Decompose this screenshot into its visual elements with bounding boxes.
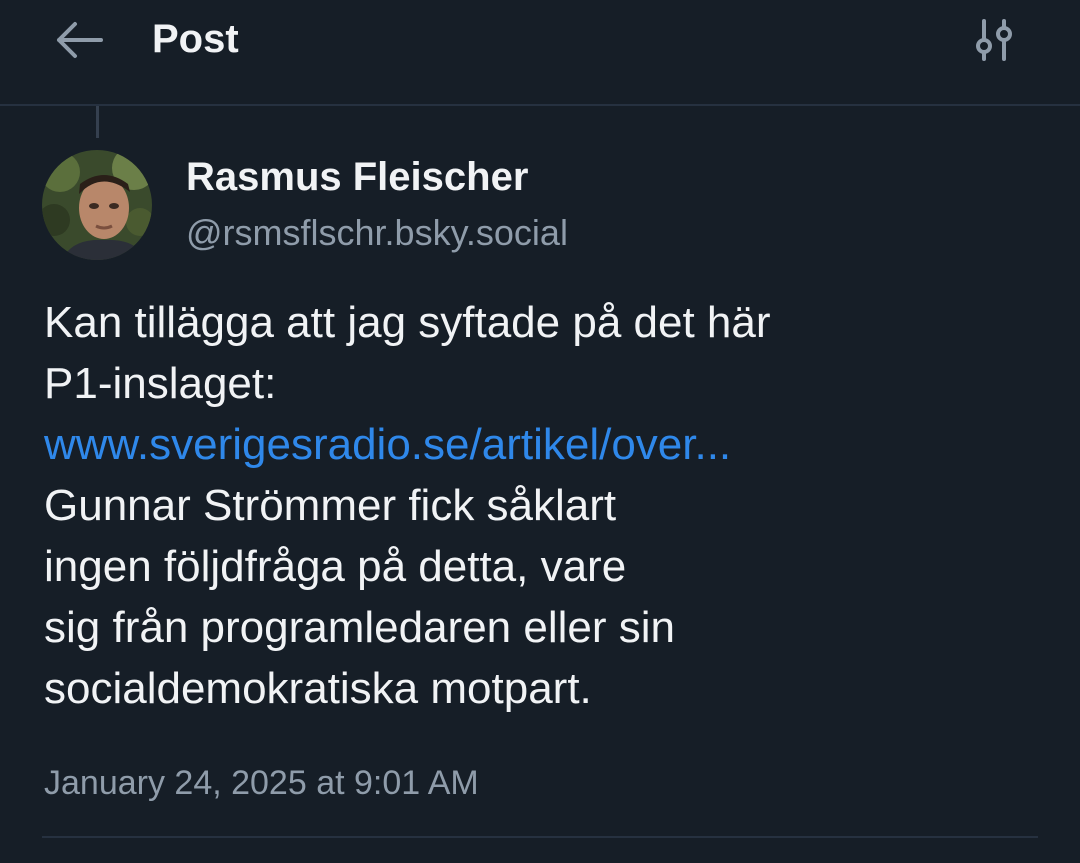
- sliders-icon: [976, 19, 1012, 61]
- post-screen: Post Rasmus Fleischer @rsmsflschr.bsky.s…: [0, 0, 1080, 863]
- avatar-photo: [42, 150, 152, 260]
- post-link[interactable]: www.sverigesradio.se/artikel/over...: [44, 420, 731, 469]
- back-button[interactable]: [44, 14, 114, 66]
- avatar[interactable]: [42, 150, 152, 260]
- post-text-line: ingen följdfråga på detta, vare: [44, 542, 627, 591]
- post-text-line: P1-inslaget:: [44, 359, 277, 408]
- top-bar: Post: [0, 0, 1080, 106]
- author-handle[interactable]: @rsmsflschr.bsky.social: [186, 208, 568, 258]
- thread-options-button[interactable]: [962, 12, 1026, 68]
- arrow-left-icon: [57, 22, 103, 58]
- divider: [42, 836, 1038, 838]
- post-text-line: sig från programledaren eller sin: [44, 603, 675, 652]
- post-text: Kan tillägga att jag syftade på det här …: [44, 292, 1044, 719]
- reply-thread-line: [96, 106, 99, 138]
- post-timestamp: January 24, 2025 at 9:01 AM: [44, 764, 479, 802]
- post-text-line: socialdemokratiska motpart.: [44, 664, 592, 713]
- page-title: Post: [152, 17, 239, 61]
- post-text-line: Kan tillägga att jag syftade på det här: [44, 298, 771, 347]
- post-text-line: Gunnar Strömmer fick såklart: [44, 481, 617, 530]
- author-display-name[interactable]: Rasmus Fleischer: [186, 152, 528, 202]
